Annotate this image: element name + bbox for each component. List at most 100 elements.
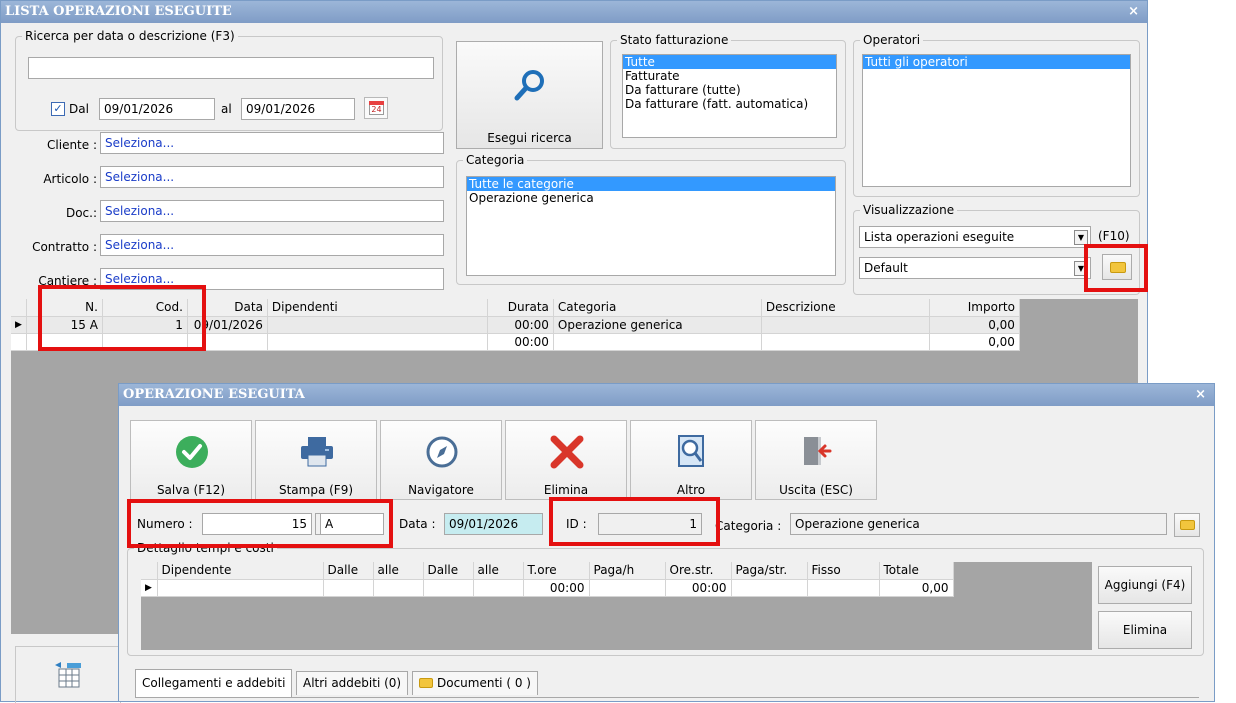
cell: 0,00 xyxy=(929,316,1020,334)
contratto-label: Contratto : xyxy=(32,240,97,254)
cell: 0,00 xyxy=(879,579,954,597)
categoria-folder-button[interactable] xyxy=(1174,513,1200,537)
categoria-field[interactable]: Operazione generica xyxy=(790,513,1167,535)
categoria-item[interactable]: Operazione generica xyxy=(467,191,835,205)
print-button-label: Stampa (F9) xyxy=(278,483,354,497)
operatori-item[interactable]: Tutti gli operatori xyxy=(863,55,1130,69)
dal-checkbox[interactable]: ✓ xyxy=(51,102,65,116)
col-header[interactable]: Categoria xyxy=(553,299,762,317)
doc-field[interactable]: Seleziona... xyxy=(100,200,444,222)
layout-select[interactable]: Default ▼ xyxy=(859,257,1091,279)
operatori-list[interactable]: Tutti gli operatori xyxy=(862,54,1131,187)
main-window-title: LISTA OPERAZIONI ESEGUITE xyxy=(5,4,232,19)
search-button[interactable]: Esegui ricerca xyxy=(456,41,603,149)
data-field[interactable]: 09/01/2026 xyxy=(444,513,543,535)
view-select-chevron-down-icon[interactable]: ▼ xyxy=(1074,230,1088,245)
cell xyxy=(807,579,880,597)
navigator-button-label: Navigatore xyxy=(408,483,474,497)
delete-row-button[interactable]: Elimina xyxy=(1098,611,1192,649)
tab-collegamenti[interactable]: Collegamenti e addebiti xyxy=(135,669,293,697)
categoria-label: Categoria : xyxy=(715,519,782,533)
cell xyxy=(157,579,324,597)
col-header[interactable]: Ore.str. xyxy=(665,562,732,580)
cliente-field[interactable]: Seleziona... xyxy=(100,132,444,154)
delete-row-button-label: Elimina xyxy=(1122,623,1168,637)
print-button[interactable]: Stampa (F9) xyxy=(255,420,377,500)
stato-item[interactable]: Fatturate xyxy=(623,69,836,83)
cell xyxy=(323,579,374,597)
highlight-box-folder-button xyxy=(1084,244,1148,292)
col-header[interactable]: Dalle xyxy=(423,562,474,580)
cell: 00:00 xyxy=(665,579,732,597)
table-row[interactable]: ▶ 00:00 00:00 0,00 xyxy=(141,579,954,597)
search-input[interactable] xyxy=(28,57,434,79)
tab-collegamenti-label: Collegamenti e addebiti xyxy=(142,676,286,690)
col-header[interactable]: Descrizione xyxy=(761,299,930,317)
categoria-item[interactable]: Tutte le categorie xyxy=(467,177,835,191)
tab-documenti[interactable]: Documenti ( 0 ) xyxy=(412,671,538,695)
cell xyxy=(761,316,930,334)
magnifier-icon xyxy=(514,70,544,101)
detail-grid[interactable]: Dipendente Dalle alle Dalle alle T.ore P… xyxy=(141,562,954,597)
cell: 00:00 xyxy=(487,333,554,351)
dal-label: Dal xyxy=(69,102,89,116)
cell xyxy=(731,579,808,597)
cliente-label: Cliente : xyxy=(47,138,97,152)
view-select[interactable]: Lista operazioni eseguite ▼ xyxy=(859,226,1091,248)
col-header[interactable]: alle xyxy=(473,562,524,580)
save-button-label: Salva (F12) xyxy=(156,483,226,497)
save-button[interactable]: Salva (F12) xyxy=(130,420,252,500)
more-button[interactable]: Altro xyxy=(630,420,752,500)
detail-grid-header: Dipendente Dalle alle Dalle alle T.ore P… xyxy=(141,562,954,580)
categoria-list[interactable]: Tutte le categorie Operazione generica xyxy=(466,176,836,276)
stato-item[interactable]: Da fatturare (tutte) xyxy=(623,83,836,97)
calendar-icon[interactable]: 24 xyxy=(364,97,388,119)
cell: 00:00 xyxy=(487,316,554,334)
dialog-title: OPERAZIONE ESEGUITA xyxy=(123,387,305,402)
col-header[interactable]: alle xyxy=(373,562,424,580)
col-header[interactable]: Dalle xyxy=(323,562,374,580)
search-group-legend: Ricerca per data o descrizione (F3) xyxy=(25,29,235,43)
col-header[interactable]: Totale xyxy=(879,562,954,580)
table-import-icon[interactable] xyxy=(53,661,85,691)
cell xyxy=(267,333,488,351)
data-label: Data : xyxy=(399,517,436,531)
exit-door-icon xyxy=(804,437,832,465)
contratto-field[interactable]: Seleziona... xyxy=(100,234,444,256)
row-indicator-header xyxy=(141,562,158,580)
exit-button[interactable]: Uscita (ESC) xyxy=(755,420,877,500)
col-header[interactable]: T.ore xyxy=(523,562,590,580)
col-header[interactable]: Paga/str. xyxy=(731,562,808,580)
cell xyxy=(373,579,424,597)
tab-altri-addebiti[interactable]: Altri addebiti (0) xyxy=(296,671,409,695)
navigator-button[interactable]: Navigatore xyxy=(380,420,502,500)
date-from-field[interactable]: 09/01/2026 xyxy=(99,98,215,120)
col-header[interactable]: Dipendente xyxy=(157,562,324,580)
col-header[interactable]: Durata xyxy=(487,299,554,317)
cell: Operazione generica xyxy=(553,316,762,334)
stato-legend: Stato fatturazione xyxy=(620,33,729,47)
al-label: al xyxy=(221,102,232,116)
add-row-button[interactable]: Aggiungi (F4) xyxy=(1098,566,1192,604)
articolo-field[interactable]: Seleziona... xyxy=(100,166,444,188)
delete-button[interactable]: Elimina xyxy=(505,420,627,500)
view-shortcut-label: (F10) xyxy=(1098,229,1130,243)
row-indicator xyxy=(11,333,27,351)
stato-list[interactable]: Tutte Fatturate Da fatturare (tutte) Da … xyxy=(622,54,837,138)
stato-item[interactable]: Tutte xyxy=(623,55,836,69)
cell xyxy=(553,333,762,351)
dialog-close-icon[interactable]: × xyxy=(1195,384,1206,406)
compass-icon xyxy=(426,436,458,468)
col-header[interactable]: Fisso xyxy=(807,562,880,580)
stato-item[interactable]: Da fatturare (fatt. automatica) xyxy=(623,97,836,111)
cell: 00:00 xyxy=(523,579,590,597)
date-to-field[interactable]: 09/01/2026 xyxy=(241,98,355,120)
main-close-icon[interactable]: × xyxy=(1128,1,1139,23)
col-header[interactable]: Paga/h xyxy=(589,562,666,580)
visualizzazione-legend: Visualizzazione xyxy=(863,203,955,217)
cell: 0,00 xyxy=(929,333,1020,351)
highlight-box-id xyxy=(549,497,720,546)
col-header[interactable]: Importo xyxy=(929,299,1020,317)
col-header[interactable]: Dipendenti xyxy=(267,299,488,317)
tab-altri-addebiti-label: Altri addebiti (0) xyxy=(303,676,402,690)
